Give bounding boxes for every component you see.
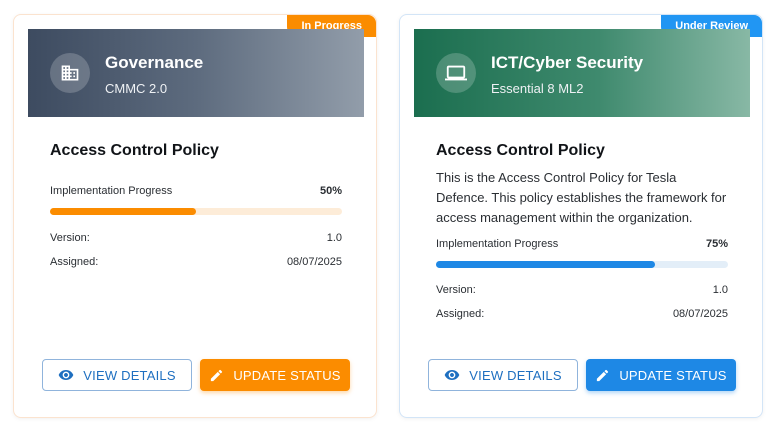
pencil-icon	[211, 369, 223, 381]
category-banner: ICT/Cyber Security Essential 8 ML2	[414, 29, 750, 117]
progress-row: Implementation Progress 50%	[50, 185, 342, 197]
version-row: Version: 1.0	[50, 232, 342, 244]
view-details-button[interactable]: VIEW DETAILS	[42, 359, 192, 391]
laptop-icon	[436, 53, 476, 93]
pencil-icon	[597, 369, 609, 381]
policy-title: Access Control Policy	[436, 142, 605, 159]
progress-label: Implementation Progress	[436, 238, 559, 250]
update-status-label: UPDATE STATUS	[233, 367, 341, 383]
progress-row: Implementation Progress 75%	[436, 238, 728, 250]
assigned-row: Assigned: 08/07/2025	[436, 308, 728, 320]
framework-label: Essential 8 ML2	[491, 81, 584, 96]
progress-value: 75%	[705, 238, 728, 250]
assigned-value: 08/07/2025	[672, 308, 728, 320]
version-value: 1.0	[326, 232, 342, 244]
policy-title: Access Control Policy	[50, 142, 219, 159]
assigned-label: Assigned:	[436, 308, 485, 320]
assigned-label: Assigned:	[50, 256, 99, 268]
progress-label: Implementation Progress	[50, 185, 173, 197]
progress-fill	[436, 261, 655, 268]
assigned-value: 08/07/2025	[286, 256, 342, 268]
version-label: Version:	[436, 284, 476, 296]
category-title: ICT/Cyber Security	[491, 53, 644, 72]
category-title: Governance	[105, 53, 204, 72]
building-icon	[50, 53, 90, 93]
update-status-label: UPDATE STATUS	[619, 367, 727, 383]
progress-fill	[50, 208, 196, 215]
progress-value: 50%	[319, 185, 342, 197]
policy-card: In Progress Governance CMMC 2.0 Access C…	[13, 14, 377, 418]
policy-card: Under Review ICT/Cyber Security Essentia…	[399, 14, 763, 418]
view-details-button[interactable]: VIEW DETAILS	[428, 359, 578, 391]
view-details-label: VIEW DETAILS	[83, 367, 176, 383]
framework-label: CMMC 2.0	[105, 81, 168, 96]
update-status-button[interactable]: UPDATE STATUS	[586, 359, 736, 391]
assigned-row: Assigned: 08/07/2025	[50, 256, 342, 268]
policy-description: This is the Access Control Policy for Te…	[436, 170, 727, 225]
progress-track	[436, 261, 728, 268]
eye-icon	[444, 370, 460, 380]
view-details-label: VIEW DETAILS	[469, 367, 562, 383]
update-status-button[interactable]: UPDATE STATUS	[200, 359, 350, 391]
version-value: 1.0	[712, 284, 728, 296]
eye-icon	[58, 370, 74, 380]
progress-track	[50, 208, 342, 215]
version-label: Version:	[50, 232, 90, 244]
version-row: Version: 1.0	[436, 284, 728, 296]
category-banner: Governance CMMC 2.0	[28, 29, 364, 117]
